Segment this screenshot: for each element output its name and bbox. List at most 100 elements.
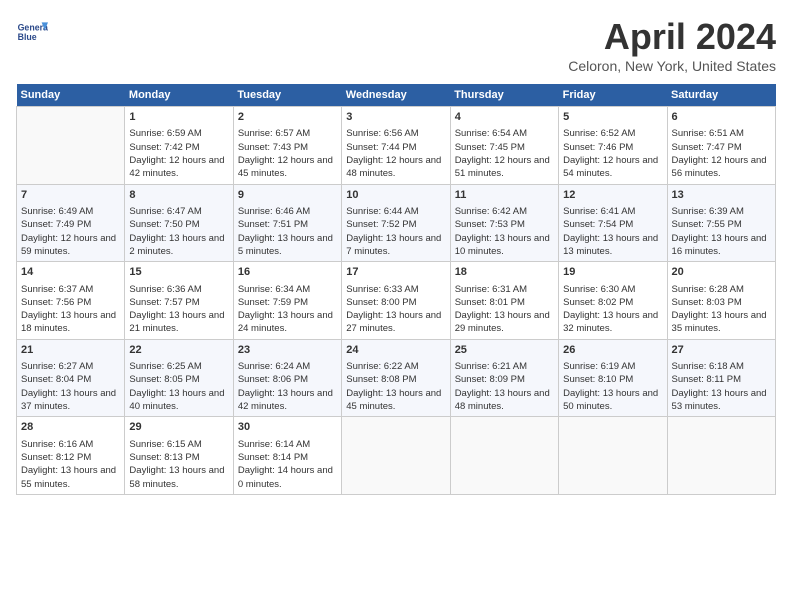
calendar-cell: 16 Sunrise: 6:34 AM Sunset: 7:59 PM Dayl…: [233, 262, 341, 340]
sunrise-text: Sunrise: 6:30 AM: [563, 284, 635, 295]
sunrise-text: Sunrise: 6:56 AM: [346, 128, 418, 139]
day-number: 19: [563, 265, 662, 280]
calendar-cell: 13 Sunrise: 6:39 AM Sunset: 7:55 PM Dayl…: [667, 184, 775, 262]
day-number: 1: [129, 110, 228, 125]
sunrise-text: Sunrise: 6:51 AM: [672, 128, 744, 139]
location-subtitle: Celoron, New York, United States: [568, 58, 776, 74]
calendar-cell: 30 Sunrise: 6:14 AM Sunset: 8:14 PM Dayl…: [233, 417, 341, 495]
sunset-text: Sunset: 7:59 PM: [238, 297, 308, 308]
calendar-cell: 19 Sunrise: 6:30 AM Sunset: 8:02 PM Dayl…: [559, 262, 667, 340]
daylight-text: Daylight: 13 hours and 55 minutes.: [21, 465, 116, 489]
daylight-text: Daylight: 13 hours and 27 minutes.: [346, 310, 441, 334]
sunset-text: Sunset: 7:57 PM: [129, 297, 199, 308]
calendar-cell: 11 Sunrise: 6:42 AM Sunset: 7:53 PM Dayl…: [450, 184, 558, 262]
daylight-text: Daylight: 13 hours and 45 minutes.: [346, 388, 441, 412]
day-number: 20: [672, 265, 771, 280]
calendar-cell: 25 Sunrise: 6:21 AM Sunset: 8:09 PM Dayl…: [450, 339, 558, 417]
day-number: 27: [672, 343, 771, 358]
day-number: 16: [238, 265, 337, 280]
calendar-cell: [450, 417, 558, 495]
daylight-text: Daylight: 13 hours and 35 minutes.: [672, 310, 767, 334]
daylight-text: Daylight: 13 hours and 48 minutes.: [455, 388, 550, 412]
day-number: 21: [21, 343, 120, 358]
daylight-text: Daylight: 12 hours and 59 minutes.: [21, 233, 116, 257]
calendar-cell: 6 Sunrise: 6:51 AM Sunset: 7:47 PM Dayli…: [667, 107, 775, 185]
day-number: 6: [672, 110, 771, 125]
sunset-text: Sunset: 7:42 PM: [129, 142, 199, 153]
month-year-title: April 2024: [568, 16, 776, 58]
calendar-cell: 5 Sunrise: 6:52 AM Sunset: 7:46 PM Dayli…: [559, 107, 667, 185]
sunrise-text: Sunrise: 6:41 AM: [563, 206, 635, 217]
day-number: 25: [455, 343, 554, 358]
sunset-text: Sunset: 7:51 PM: [238, 219, 308, 230]
calendar-cell: 22 Sunrise: 6:25 AM Sunset: 8:05 PM Dayl…: [125, 339, 233, 417]
sunset-text: Sunset: 7:49 PM: [21, 219, 91, 230]
sunset-text: Sunset: 7:45 PM: [455, 142, 525, 153]
day-number: 28: [21, 420, 120, 435]
daylight-text: Daylight: 13 hours and 7 minutes.: [346, 233, 441, 257]
calendar-week-row: 14 Sunrise: 6:37 AM Sunset: 7:56 PM Dayl…: [17, 262, 776, 340]
calendar-cell: 9 Sunrise: 6:46 AM Sunset: 7:51 PM Dayli…: [233, 184, 341, 262]
daylight-text: Daylight: 13 hours and 42 minutes.: [238, 388, 333, 412]
sunset-text: Sunset: 8:05 PM: [129, 374, 199, 385]
daylight-text: Daylight: 13 hours and 58 minutes.: [129, 465, 224, 489]
daylight-text: Daylight: 13 hours and 53 minutes.: [672, 388, 767, 412]
calendar-cell: 4 Sunrise: 6:54 AM Sunset: 7:45 PM Dayli…: [450, 107, 558, 185]
day-number: 11: [455, 188, 554, 203]
sunset-text: Sunset: 7:44 PM: [346, 142, 416, 153]
sunset-text: Sunset: 7:46 PM: [563, 142, 633, 153]
daylight-text: Daylight: 12 hours and 51 minutes.: [455, 155, 550, 179]
sunset-text: Sunset: 8:10 PM: [563, 374, 633, 385]
day-number: 24: [346, 343, 445, 358]
daylight-text: Daylight: 12 hours and 45 minutes.: [238, 155, 333, 179]
sunrise-text: Sunrise: 6:42 AM: [455, 206, 527, 217]
calendar-cell: 12 Sunrise: 6:41 AM Sunset: 7:54 PM Dayl…: [559, 184, 667, 262]
logo: General Blue General Blue: [16, 16, 48, 48]
weekday-header-monday: Monday: [125, 84, 233, 107]
calendar-cell: [342, 417, 450, 495]
day-number: 23: [238, 343, 337, 358]
daylight-text: Daylight: 13 hours and 13 minutes.: [563, 233, 658, 257]
calendar-cell: 3 Sunrise: 6:56 AM Sunset: 7:44 PM Dayli…: [342, 107, 450, 185]
calendar-cell: 21 Sunrise: 6:27 AM Sunset: 8:04 PM Dayl…: [17, 339, 125, 417]
sunset-text: Sunset: 8:13 PM: [129, 452, 199, 463]
calendar-cell: 23 Sunrise: 6:24 AM Sunset: 8:06 PM Dayl…: [233, 339, 341, 417]
day-number: 17: [346, 265, 445, 280]
calendar-cell: [559, 417, 667, 495]
sunset-text: Sunset: 8:08 PM: [346, 374, 416, 385]
sunset-text: Sunset: 8:02 PM: [563, 297, 633, 308]
calendar-cell: 7 Sunrise: 6:49 AM Sunset: 7:49 PM Dayli…: [17, 184, 125, 262]
weekday-header-row: SundayMondayTuesdayWednesdayThursdayFrid…: [17, 84, 776, 107]
day-number: 15: [129, 265, 228, 280]
daylight-text: Daylight: 13 hours and 16 minutes.: [672, 233, 767, 257]
calendar-cell: 24 Sunrise: 6:22 AM Sunset: 8:08 PM Dayl…: [342, 339, 450, 417]
sunset-text: Sunset: 7:52 PM: [346, 219, 416, 230]
calendar-cell: 28 Sunrise: 6:16 AM Sunset: 8:12 PM Dayl…: [17, 417, 125, 495]
calendar-cell: 26 Sunrise: 6:19 AM Sunset: 8:10 PM Dayl…: [559, 339, 667, 417]
calendar-cell: 10 Sunrise: 6:44 AM Sunset: 7:52 PM Dayl…: [342, 184, 450, 262]
daylight-text: Daylight: 13 hours and 10 minutes.: [455, 233, 550, 257]
sunrise-text: Sunrise: 6:57 AM: [238, 128, 310, 139]
sunrise-text: Sunrise: 6:31 AM: [455, 284, 527, 295]
sunrise-text: Sunrise: 6:25 AM: [129, 361, 201, 372]
daylight-text: Daylight: 12 hours and 54 minutes.: [563, 155, 658, 179]
sunrise-text: Sunrise: 6:59 AM: [129, 128, 201, 139]
daylight-text: Daylight: 13 hours and 24 minutes.: [238, 310, 333, 334]
sunrise-text: Sunrise: 6:16 AM: [21, 439, 93, 450]
day-number: 9: [238, 188, 337, 203]
sunrise-text: Sunrise: 6:34 AM: [238, 284, 310, 295]
sunset-text: Sunset: 8:04 PM: [21, 374, 91, 385]
sunrise-text: Sunrise: 6:27 AM: [21, 361, 93, 372]
sunrise-text: Sunrise: 6:18 AM: [672, 361, 744, 372]
day-number: 3: [346, 110, 445, 125]
weekday-header-sunday: Sunday: [17, 84, 125, 107]
sunset-text: Sunset: 8:06 PM: [238, 374, 308, 385]
weekday-header-tuesday: Tuesday: [233, 84, 341, 107]
calendar-week-row: 21 Sunrise: 6:27 AM Sunset: 8:04 PM Dayl…: [17, 339, 776, 417]
sunrise-text: Sunrise: 6:36 AM: [129, 284, 201, 295]
calendar-cell: 8 Sunrise: 6:47 AM Sunset: 7:50 PM Dayli…: [125, 184, 233, 262]
day-number: 2: [238, 110, 337, 125]
calendar-cell: 27 Sunrise: 6:18 AM Sunset: 8:11 PM Dayl…: [667, 339, 775, 417]
calendar-cell: [667, 417, 775, 495]
sunrise-text: Sunrise: 6:24 AM: [238, 361, 310, 372]
